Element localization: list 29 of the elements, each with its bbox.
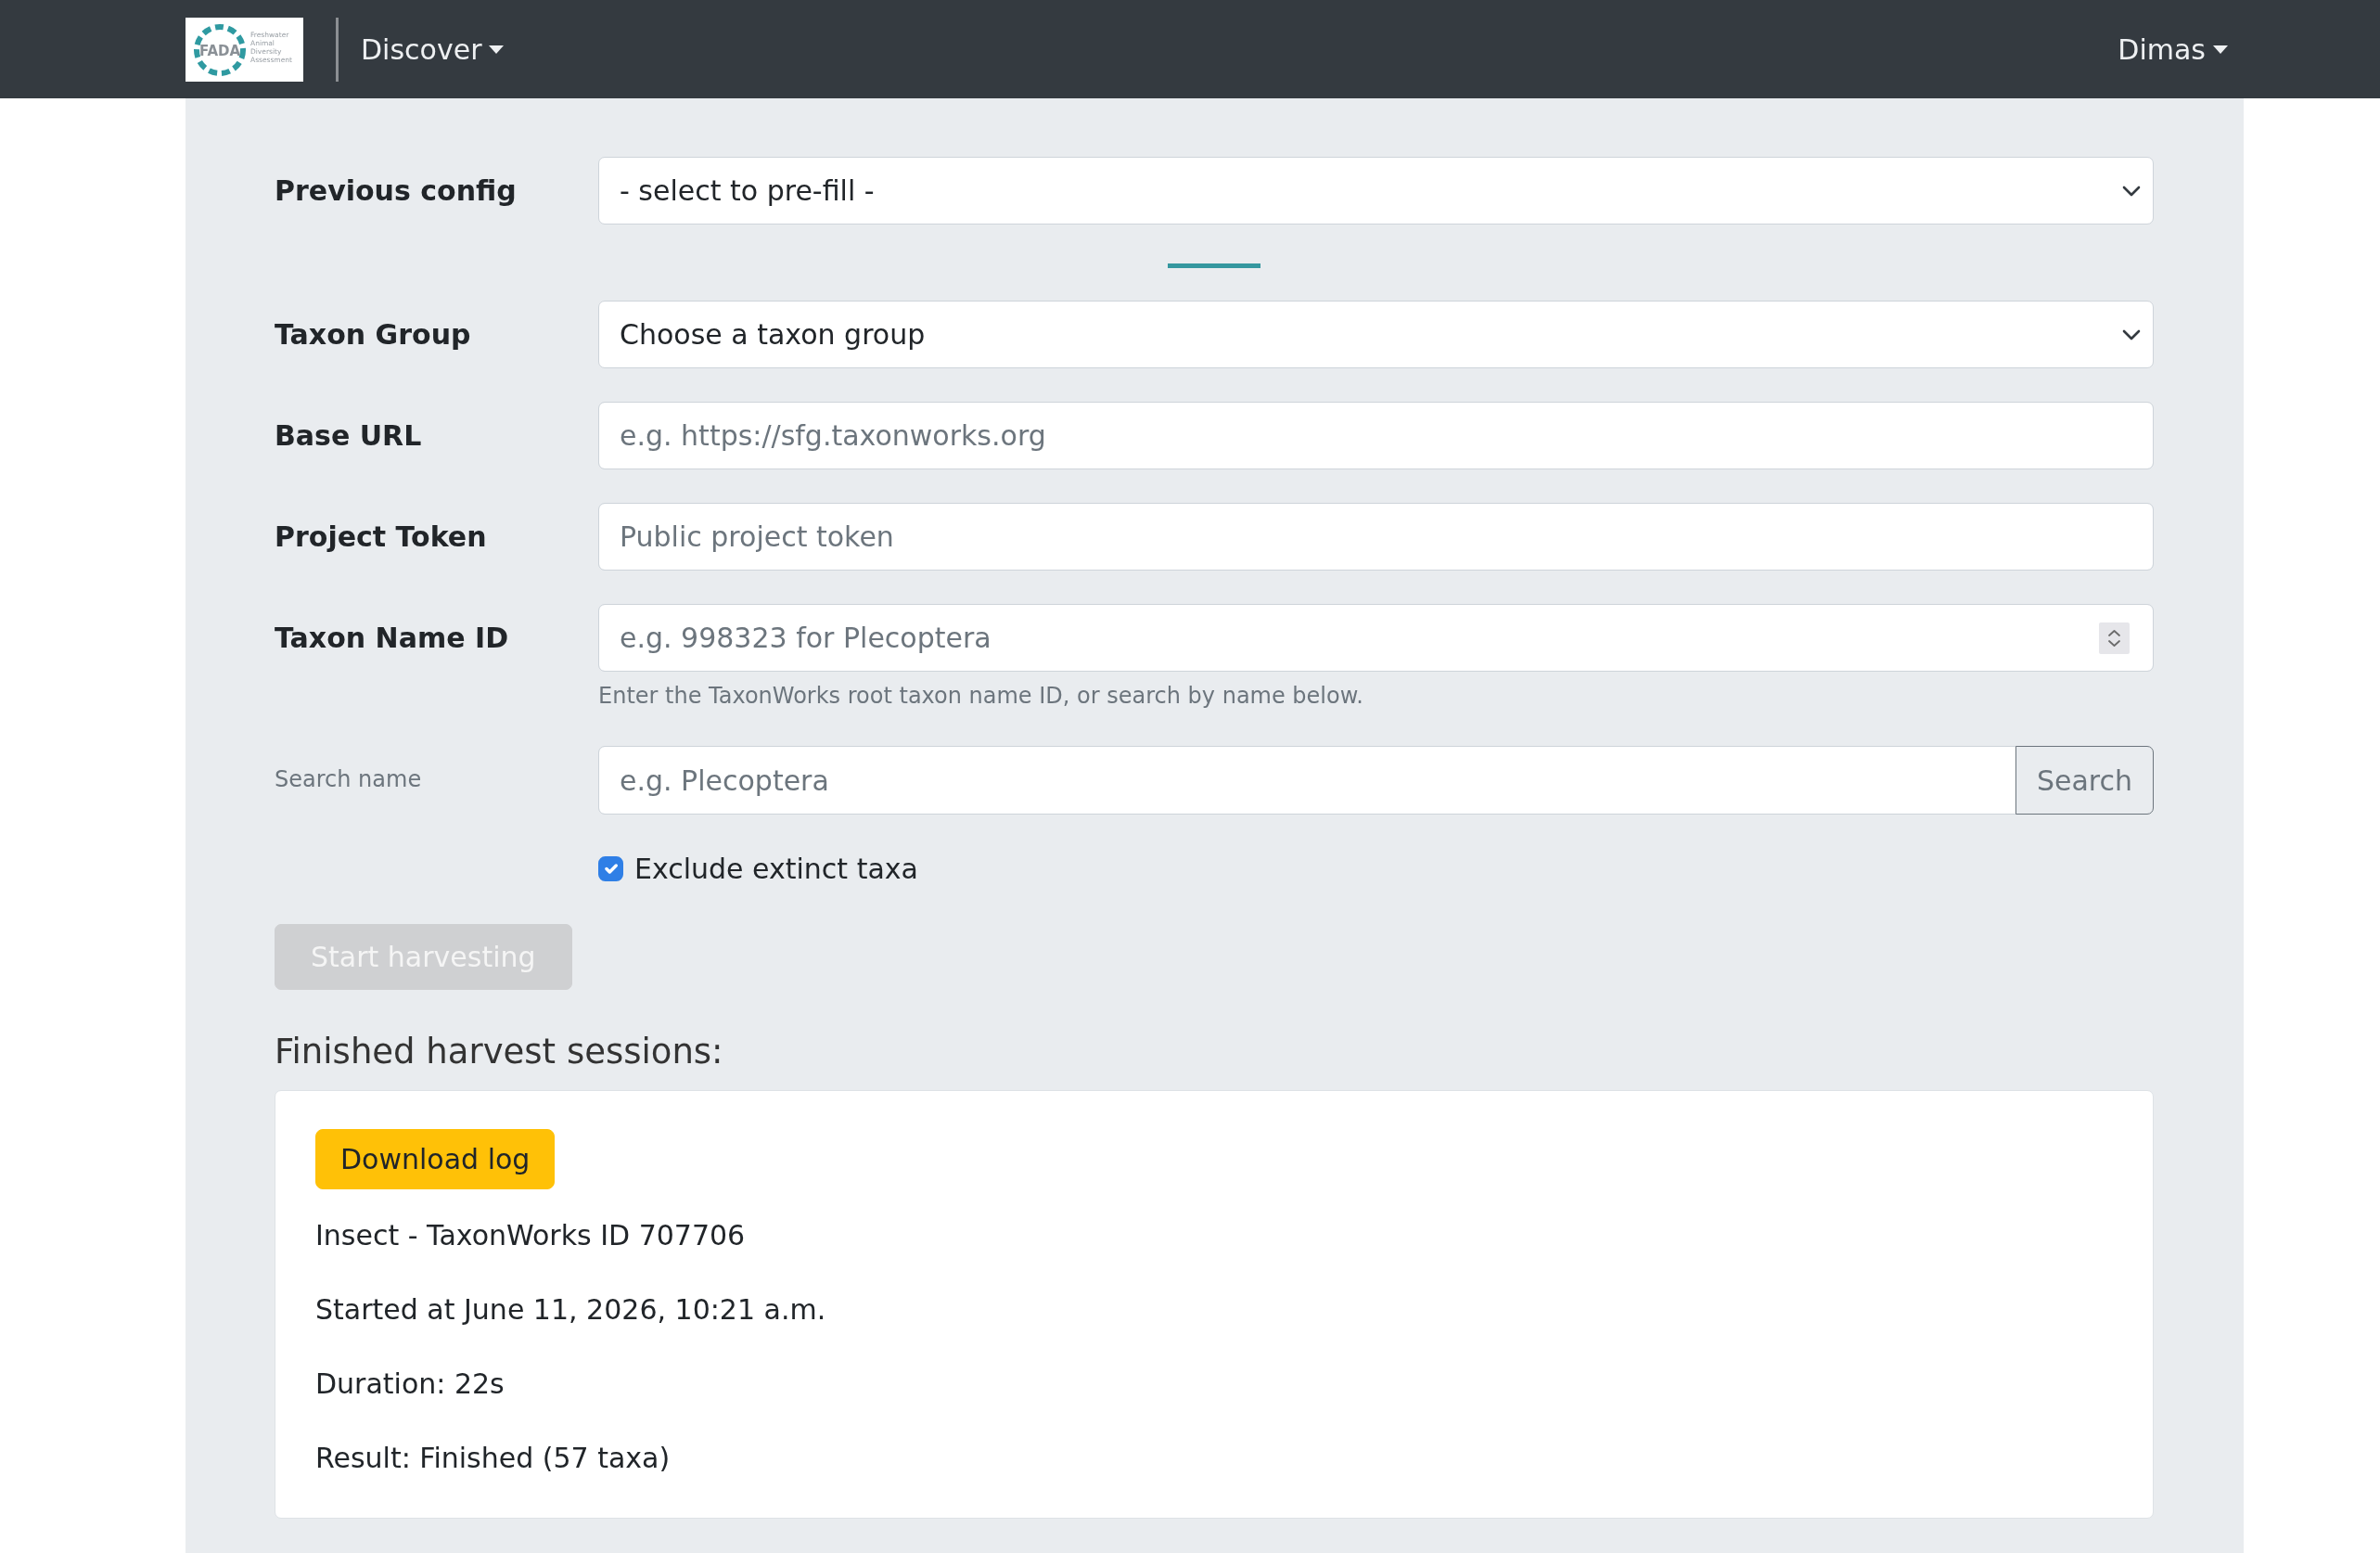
help-text: Enter the TaxonWorks root taxon name ID, or search by name below. [598, 682, 1364, 711]
section-heading: Finished harvest sessions: [275, 1032, 724, 1073]
select-field[interactable]: - select to pre-fill - [598, 157, 2154, 225]
nav-menu-link[interactable]: Discover [361, 31, 505, 68]
chevron-down-icon [2122, 328, 2141, 340]
chevron-down-icon [2122, 185, 2141, 197]
search-field[interactable]: e.g. Plecoptera [598, 746, 2016, 815]
session-detail-text: Insect - TaxonWorks ID 707706 [315, 1218, 747, 1254]
download-log-button[interactable]: Download log [315, 1129, 556, 1190]
text-input[interactable]: e.g. https://sfg.taxonworks.org [598, 402, 2154, 469]
user-menu-link[interactable]: Dimas [2118, 31, 2228, 68]
caret-down-icon [2213, 45, 2228, 54]
field-label: Search name [275, 764, 422, 794]
session-detail-text: Duration: 22s [315, 1367, 505, 1403]
spinner-arrows-icon[interactable] [2099, 622, 2130, 654]
field-label: Project Token [275, 520, 487, 555]
field-label: Taxon Group [275, 317, 471, 353]
select-field[interactable]: Choose a taxon group [598, 301, 2154, 368]
number-input[interactable]: e.g. 998323 for Plecoptera [598, 604, 2154, 672]
caret-down-icon [489, 45, 505, 54]
field-label: Taxon Name ID [275, 621, 509, 656]
checkbox-label: Exclude extinct taxa [634, 852, 918, 887]
search-button[interactable]: Search [2015, 746, 2154, 815]
session-detail-text: Started at June 11, 2026, 10:21 a.m. [315, 1292, 827, 1328]
checkbox[interactable] [598, 856, 623, 881]
session-detail-text: Result: Finished (57 taxa) [315, 1441, 672, 1477]
field-label: Base URL [275, 418, 422, 454]
field-label: Previous config [275, 173, 517, 209]
text-input[interactable]: Public project token [598, 503, 2154, 571]
